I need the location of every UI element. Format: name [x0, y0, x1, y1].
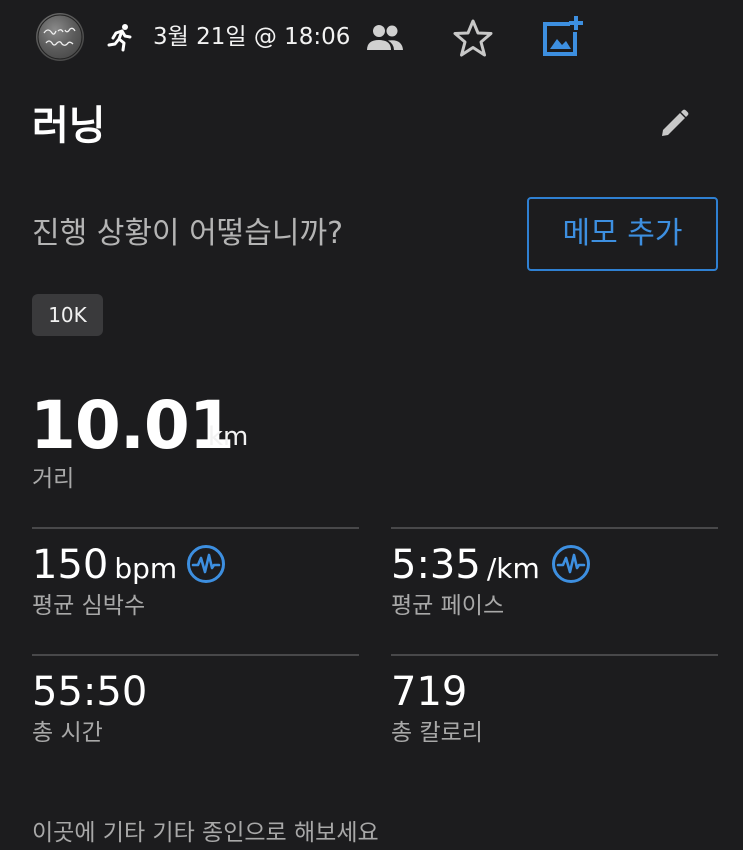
- divider: [32, 654, 359, 656]
- pace-unit: /km: [486, 552, 540, 585]
- heart-rate-value: 150: [32, 542, 109, 588]
- heart-rate-chart-icon[interactable]: [186, 544, 226, 584]
- tag-chip[interactable]: 10K: [32, 294, 103, 336]
- pace-stat: 5:35/km: [391, 541, 540, 589]
- heart-rate-label: 평균 심박수: [32, 593, 146, 619]
- distance-label: 거리: [32, 466, 75, 492]
- activity-date-time: 3월 21일 @ 18:06: [153, 24, 351, 50]
- star-outline-icon[interactable]: [452, 17, 494, 59]
- total-time-label: 총 시간: [32, 720, 103, 746]
- bottom-hint-text: 이곳에 기타 기타 종인으로 해보세요: [32, 820, 379, 846]
- total-calories-value: 719: [391, 669, 468, 715]
- runner-icon: [107, 24, 132, 52]
- activity-title: 러닝: [32, 103, 106, 149]
- profile-photo-icon: [37, 14, 83, 60]
- pencil-icon[interactable]: [656, 106, 692, 142]
- total-calories-label: 총 칼로리: [391, 720, 483, 746]
- pace-chart-icon[interactable]: [551, 544, 591, 584]
- distance-value: 10.01: [30, 387, 235, 464]
- distance-unit: km: [208, 422, 249, 452]
- heart-rate-stat: 150 bpm: [32, 541, 177, 589]
- pace-label: 평균 페이스: [391, 593, 505, 619]
- progress-question: 진행 상황이 어떻습니까?: [32, 216, 343, 251]
- divider: [391, 527, 718, 529]
- pace-value: 5:35: [391, 542, 481, 588]
- heart-rate-unit: bpm: [114, 552, 178, 585]
- add-memo-button[interactable]: 메모 추가: [527, 197, 718, 271]
- add-photo-icon[interactable]: [540, 14, 586, 60]
- avatar[interactable]: [36, 13, 84, 61]
- people-icon[interactable]: [366, 22, 404, 52]
- divider: [391, 654, 718, 656]
- divider: [32, 527, 359, 529]
- total-time-value: 55:50: [32, 669, 148, 715]
